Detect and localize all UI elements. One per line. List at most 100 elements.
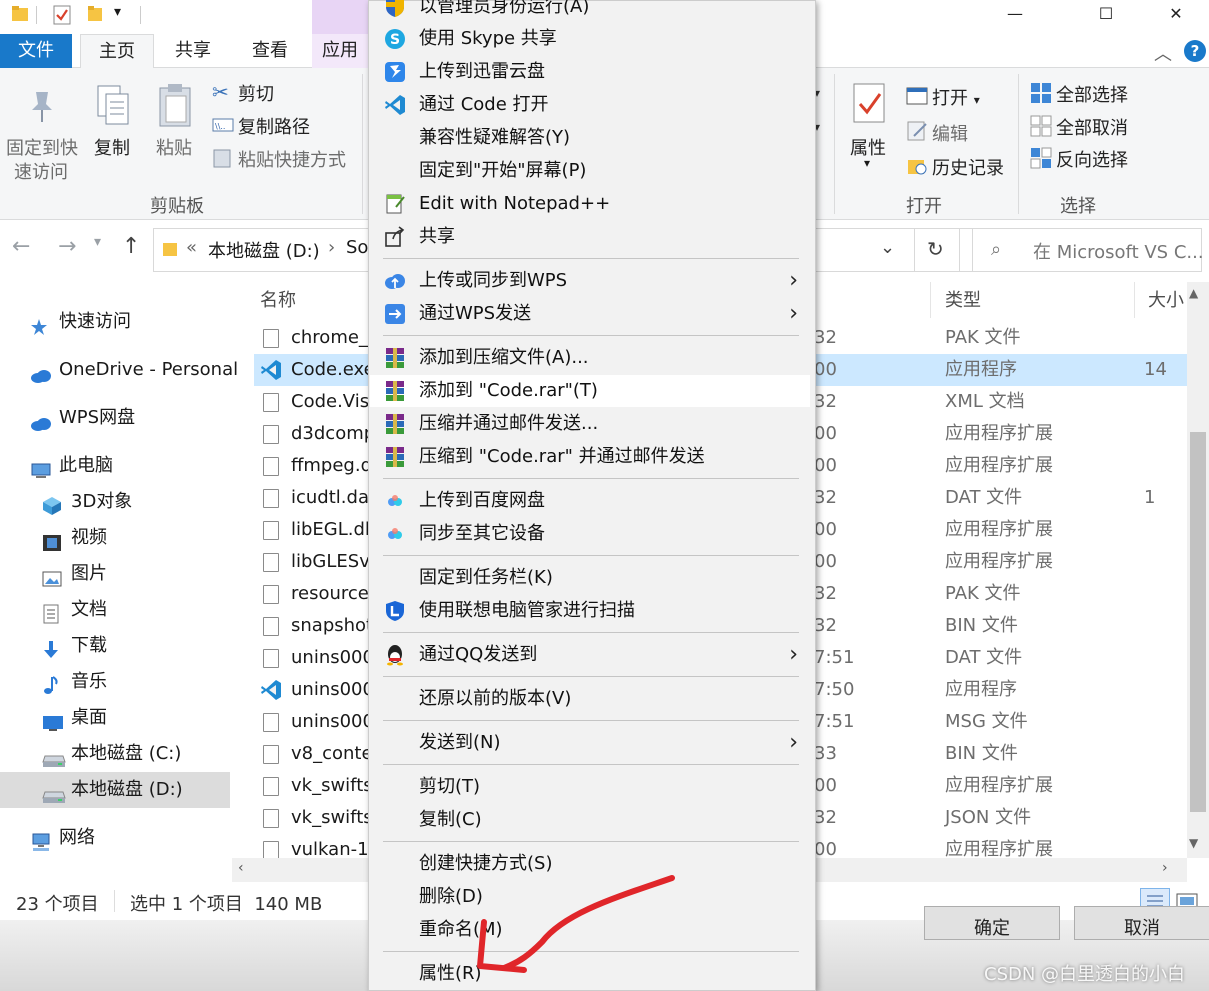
select-none-button[interactable]: 全部取消 [1056, 114, 1128, 140]
search-field[interactable]: ⌕ 在 Microsoft VS C... [972, 228, 1204, 272]
tab-share[interactable]: 共享 [158, 34, 228, 68]
maximize-button[interactable]: ☐ [1083, 0, 1129, 26]
context-menu-item[interactable]: 通过WPS发送 › [370, 298, 810, 330]
context-menu-item[interactable]: 固定到任务栏(K) [370, 562, 810, 594]
context-menu-item[interactable]: 兼容性疑难解答(Y) [370, 122, 810, 154]
forward-arrow-icon[interactable]: → [58, 234, 76, 259]
scrollbar-thumb[interactable] [1190, 432, 1206, 812]
tab-application[interactable]: 应用 [312, 34, 368, 68]
breadcrumb-folder[interactable]: So [346, 237, 368, 258]
vscode-icon [384, 94, 406, 116]
select-all-button[interactable]: 全部选择 [1056, 81, 1128, 107]
context-menu-item[interactable]: S 使用 Skype 共享 [370, 23, 810, 55]
context-menu-item[interactable]: 剪切(T) [370, 771, 810, 803]
ok-button[interactable]: 确定 [924, 906, 1060, 940]
context-menu-label: Edit with Notepad++ [419, 193, 611, 214]
context-menu-item[interactable]: 通过QQ发送到 › [370, 639, 810, 671]
nav-item[interactable]: 视频 [0, 520, 230, 556]
scroll-right-icon[interactable]: › [1162, 860, 1168, 876]
nav-item[interactable]: 音乐 [0, 664, 230, 700]
nav-item[interactable]: WPS网盘 [0, 400, 230, 436]
scroll-left-icon[interactable]: ‹ [238, 860, 244, 876]
context-menu-item[interactable]: 复制(C) [370, 804, 810, 836]
tab-view[interactable]: 查看 [234, 34, 306, 68]
tab-home[interactable]: 主页 [80, 34, 154, 69]
nav-item[interactable]: 文档 [0, 592, 230, 628]
column-header-type[interactable]: 类型 [945, 286, 981, 312]
music-icon [42, 673, 60, 694]
refresh-button[interactable]: ↻ [914, 228, 960, 272]
scroll-down-icon[interactable]: ▼ [1189, 836, 1198, 850]
column-header-size[interactable]: 大小 [1148, 286, 1184, 312]
context-menu-item[interactable]: 上传或同步到WPS › [370, 265, 810, 297]
picture-icon [42, 565, 62, 587]
breadcrumb-overflow[interactable]: « [186, 237, 197, 258]
context-menu-item[interactable]: 压缩到 "Code.rar" 并通过邮件发送 [370, 441, 810, 473]
properties-dropdown-icon[interactable]: ▾ [864, 156, 870, 170]
context-menu-item[interactable]: 压缩并通过邮件发送... [370, 408, 810, 440]
nav-item[interactable]: 下载 [0, 628, 230, 664]
context-menu-item[interactable]: 以管理员身份运行(A) [370, 0, 810, 23]
context-menu-item[interactable]: Edit with Notepad++ [370, 188, 810, 220]
address-dropdown-icon[interactable]: ⌄ [880, 237, 895, 258]
new-folder-icon[interactable] [86, 4, 106, 24]
minimize-button[interactable]: — [992, 0, 1038, 26]
tab-file[interactable]: 文件 [0, 34, 72, 68]
collapse-ribbon-icon[interactable]: ︿ [1154, 40, 1172, 66]
nav-item-label: 本地磁盘 (D:) [71, 779, 183, 800]
context-menu-item[interactable]: 同步至其它设备 [370, 518, 810, 550]
paste-shortcut-button[interactable]: 粘贴快捷方式 [238, 146, 346, 172]
cancel-button[interactable]: 取消 [1074, 906, 1209, 940]
vertical-scrollbar[interactable]: ▲ ▼ [1187, 282, 1209, 858]
help-icon[interactable]: ? [1184, 40, 1206, 62]
quick-access-dropdown-icon[interactable]: ▾ [114, 4, 121, 20]
nav-item[interactable]: 本地磁盘 (D:) [0, 772, 230, 808]
nav-item[interactable]: 本地磁盘 (C:) [0, 736, 230, 772]
close-button[interactable]: ✕ [1153, 0, 1199, 26]
nav-item[interactable]: 桌面 [0, 700, 230, 736]
nav-item[interactable]: 此电脑 [0, 448, 230, 484]
column-divider[interactable] [930, 282, 931, 318]
history-icon [906, 154, 928, 180]
column-header-name[interactable]: 名称 [260, 286, 296, 312]
nav-item-label: 3D对象 [71, 491, 133, 512]
context-menu-item[interactable]: 使用联想电脑管家进行扫描 [370, 595, 810, 627]
nav-item[interactable]: 3D对象 [0, 484, 230, 520]
file-icon [263, 617, 279, 636]
breadcrumb-drive-d[interactable]: 本地磁盘 (D:) [208, 237, 320, 263]
up-arrow-icon[interactable]: ↑ [122, 234, 140, 259]
context-menu-item[interactable]: 添加到 "Code.rar"(T) [370, 375, 810, 407]
open-button[interactable]: 打开 ▾ [932, 84, 980, 110]
nav-item[interactable]: 网络 [0, 820, 230, 856]
context-menu-label: 复制(C) [419, 809, 482, 830]
file-icon [263, 553, 279, 572]
ribbon-separator [362, 74, 363, 214]
context-menu-item[interactable]: 还原以前的版本(V) [370, 683, 810, 715]
computer-icon [30, 457, 51, 478]
properties-check-icon[interactable] [52, 4, 72, 25]
recent-locations-icon[interactable]: ▾ [94, 234, 101, 250]
nav-item[interactable]: OneDrive - Personal [0, 352, 238, 388]
context-menu-item[interactable]: 上传到百度网盘 [370, 485, 810, 517]
scroll-up-icon[interactable]: ▲ [1189, 286, 1198, 300]
back-arrow-icon[interactable]: ← [12, 234, 30, 259]
pin-quick-access-button[interactable]: 固定到快 [6, 134, 78, 160]
history-button[interactable]: 历史记录 [932, 154, 1004, 180]
context-menu-item[interactable]: 共享 [370, 221, 810, 253]
paste-button[interactable]: 粘贴 [156, 134, 192, 160]
context-menu-item[interactable]: 发送到(N) › [370, 727, 810, 759]
copy-path-button[interactable]: 复制路径 [238, 113, 310, 139]
file-date: 32 [814, 615, 837, 636]
copy-button[interactable]: 复制 [94, 134, 130, 160]
context-menu-item[interactable]: 固定到"开始"屏幕(P) [370, 155, 810, 187]
nav-item[interactable]: 图片 [0, 556, 230, 592]
cut-button[interactable]: 剪切 [238, 80, 274, 106]
context-menu-item[interactable]: 通过 Code 打开 [370, 89, 810, 121]
column-divider[interactable] [1134, 282, 1135, 318]
document-icon [42, 601, 60, 624]
edit-button[interactable]: 编辑 [932, 120, 968, 146]
nav-item[interactable]: 快速访问 [0, 304, 230, 340]
invert-selection-button[interactable]: 反向选择 [1056, 146, 1128, 172]
context-menu-item[interactable]: 上传到迅雷云盘 [370, 56, 810, 88]
context-menu-item[interactable]: 添加到压缩文件(A)... [370, 342, 810, 374]
